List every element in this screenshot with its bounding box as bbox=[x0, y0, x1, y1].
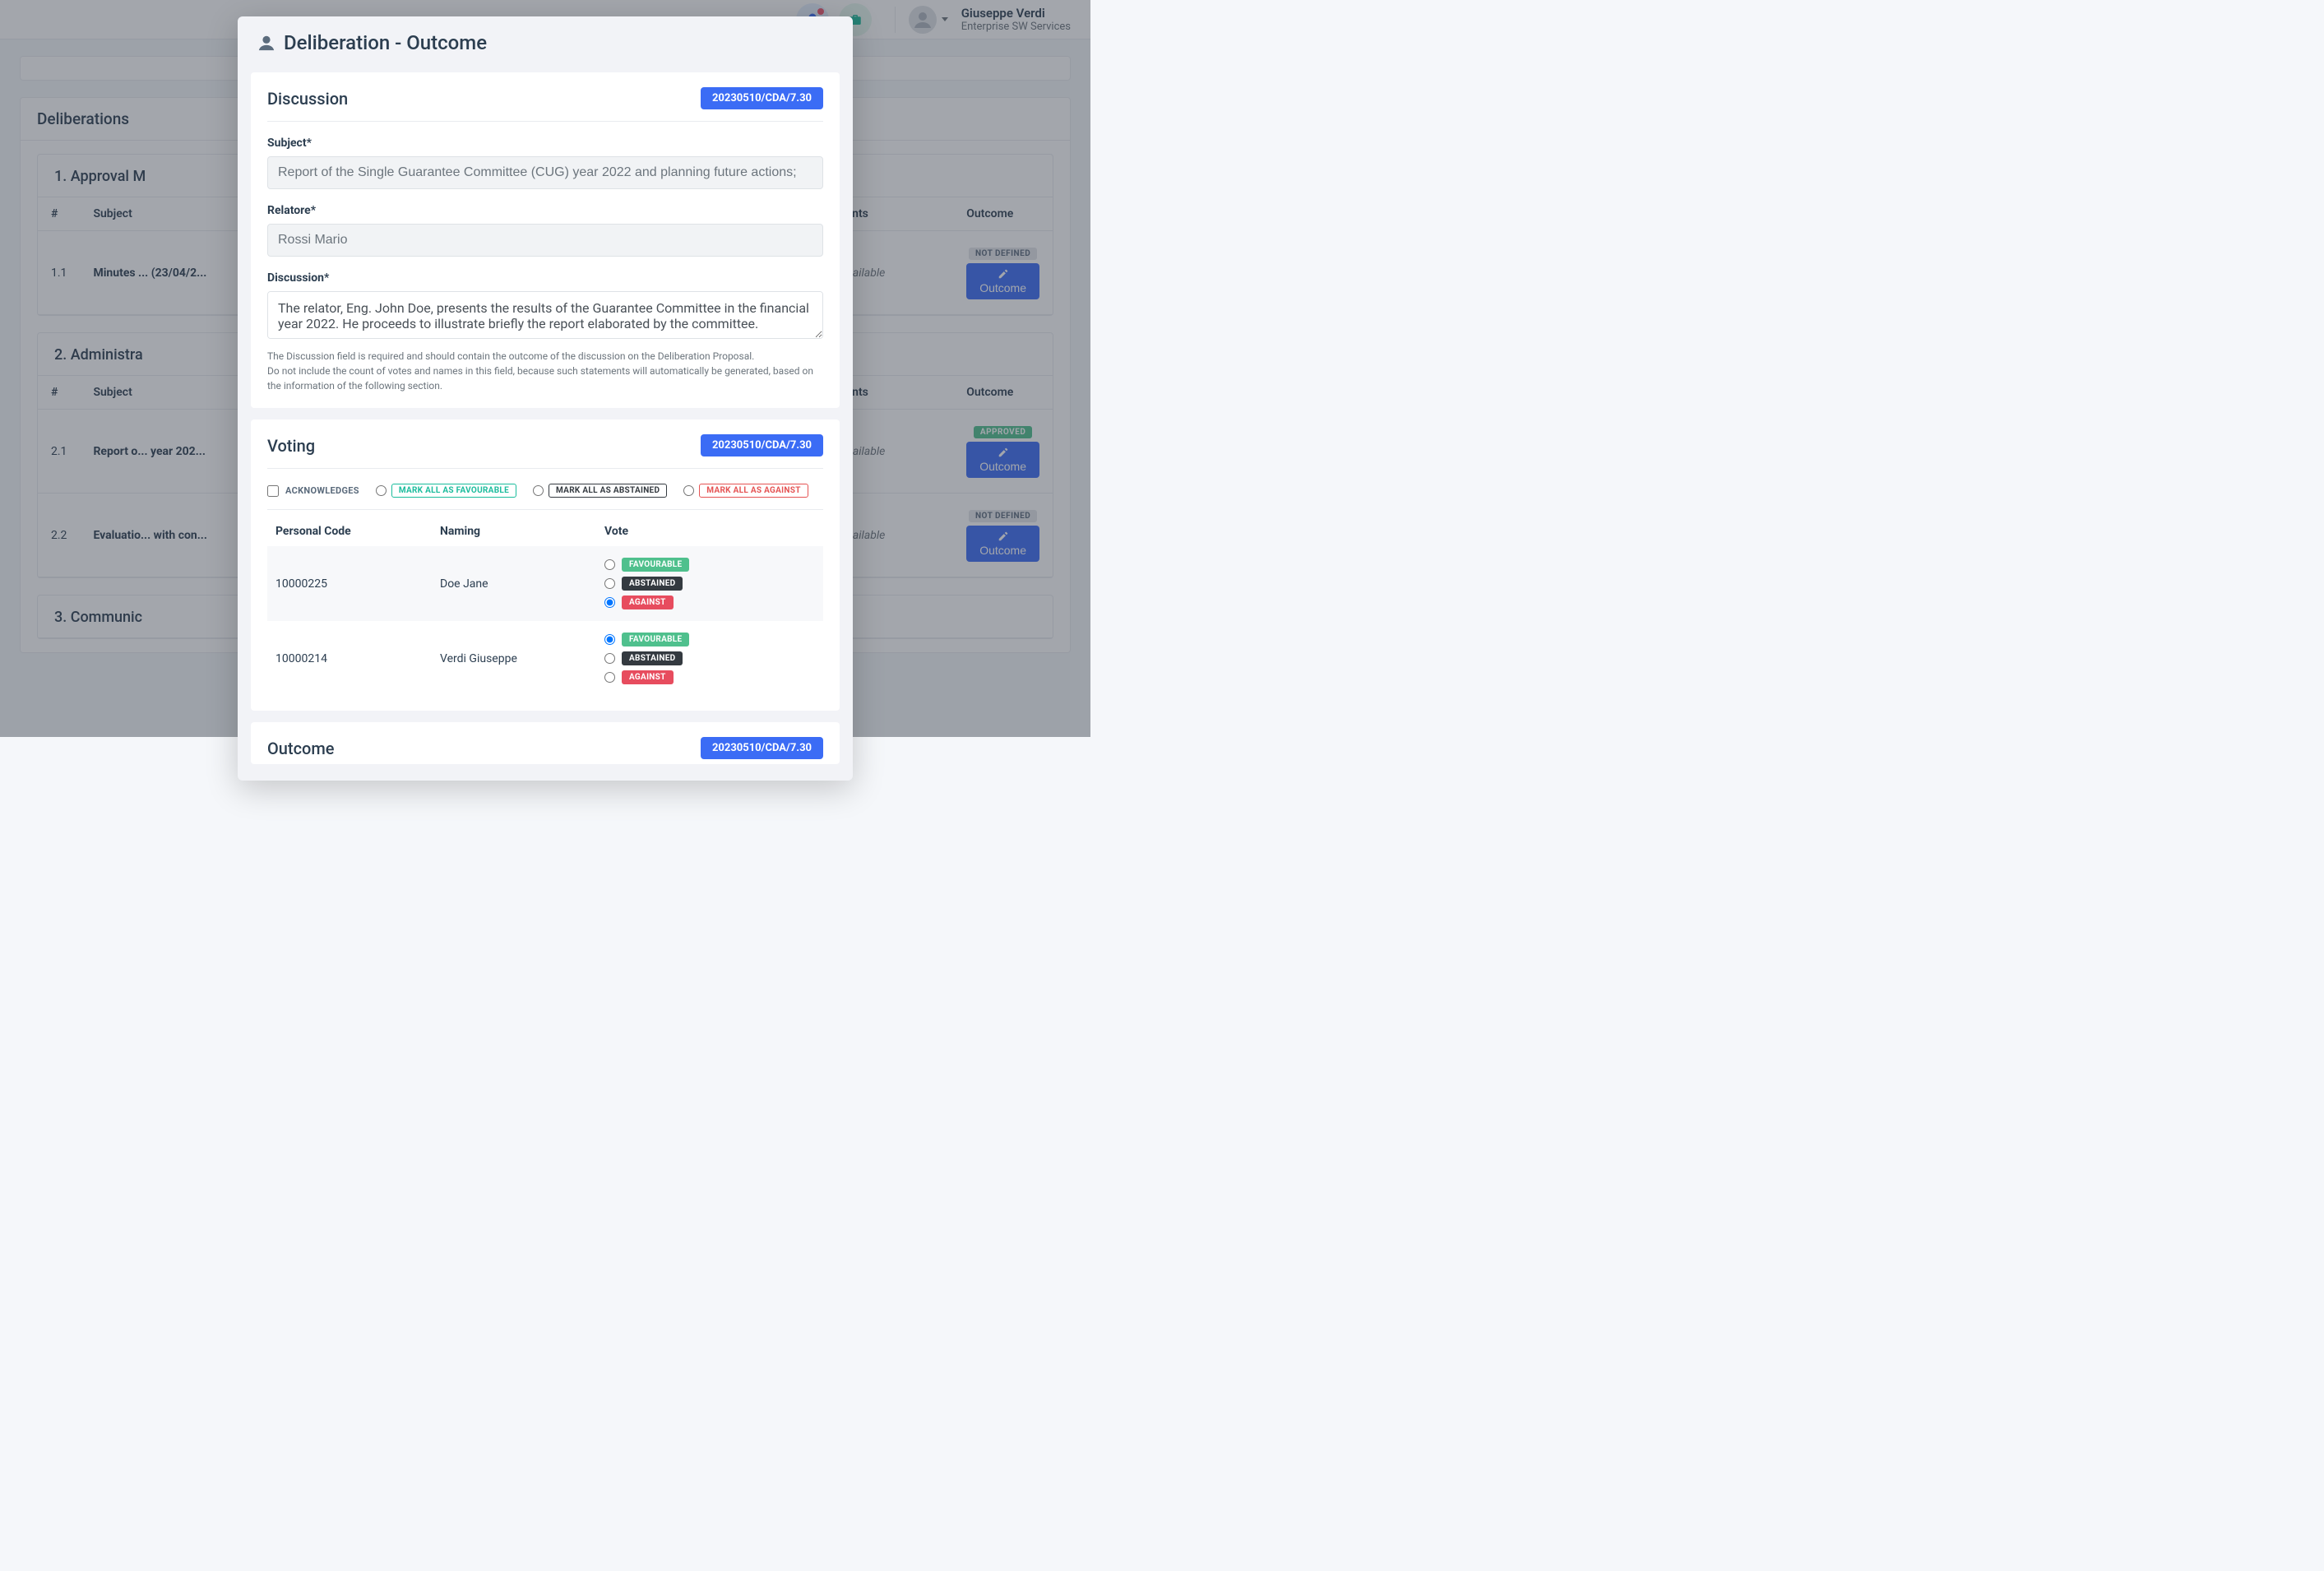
subject-label: Subject* bbox=[267, 137, 823, 150]
col-vote: Vote bbox=[596, 513, 823, 546]
voting-header: Voting bbox=[267, 436, 315, 456]
discussion-card: Discussion 20230510/CDA/7.30 Subject* Re… bbox=[251, 72, 840, 408]
voting-row: 10000225 Doe Jane FAVOURABLE ABSTAINED A… bbox=[267, 546, 823, 621]
mark-all-abstained[interactable]: MARK ALL AS ABSTAINED bbox=[533, 484, 667, 498]
discussion-help-2: Do not include the count of votes and na… bbox=[267, 364, 823, 393]
col-personal-code: Personal Code bbox=[267, 513, 432, 546]
acknowledges-option[interactable]: ACKNOWLEDGES bbox=[267, 485, 359, 497]
mark-all-against[interactable]: MARK ALL AS AGAINST bbox=[683, 484, 808, 498]
vote-favourable[interactable]: FAVOURABLE bbox=[604, 633, 815, 646]
person-icon bbox=[257, 34, 275, 52]
subject-input bbox=[267, 156, 823, 189]
outcome-card: Outcome 20230510/CDA/7.30 bbox=[251, 722, 840, 764]
deliberation-code: 20230510/CDA/7.30 bbox=[701, 737, 823, 759]
vote-abstained[interactable]: ABSTAINED bbox=[604, 577, 815, 591]
discussion-header: Discussion bbox=[267, 89, 348, 109]
discussion-label: Discussion* bbox=[267, 271, 823, 285]
deliberation-code: 20230510/CDA/7.30 bbox=[701, 87, 823, 109]
voting-row: 10000214 Verdi Giuseppe FAVOURABLE ABSTA… bbox=[267, 621, 823, 696]
mark-all-favourable[interactable]: MARK ALL AS FAVOURABLE bbox=[376, 484, 516, 498]
outcome-header: Outcome bbox=[267, 739, 334, 758]
relator-label: Relatore* bbox=[267, 204, 823, 217]
modal-title: Deliberation - Outcome bbox=[238, 16, 853, 61]
vote-against[interactable]: AGAINST bbox=[604, 595, 815, 609]
voting-card: Voting 20230510/CDA/7.30 ACKNOWLEDGES MA… bbox=[251, 419, 840, 711]
vote-against[interactable]: AGAINST bbox=[604, 670, 815, 684]
deliberation-outcome-modal: Deliberation - Outcome Discussion 202305… bbox=[238, 16, 853, 781]
col-naming: Naming bbox=[432, 513, 596, 546]
deliberation-code: 20230510/CDA/7.30 bbox=[701, 434, 823, 456]
vote-abstained[interactable]: ABSTAINED bbox=[604, 651, 815, 665]
vote-favourable[interactable]: FAVOURABLE bbox=[604, 558, 815, 572]
discussion-help-1: The Discussion field is required and sho… bbox=[267, 349, 823, 364]
discussion-textarea[interactable]: The relator, Eng. John Doe, presents the… bbox=[267, 291, 823, 339]
relator-input bbox=[267, 224, 823, 257]
acknowledges-checkbox[interactable] bbox=[267, 485, 279, 497]
